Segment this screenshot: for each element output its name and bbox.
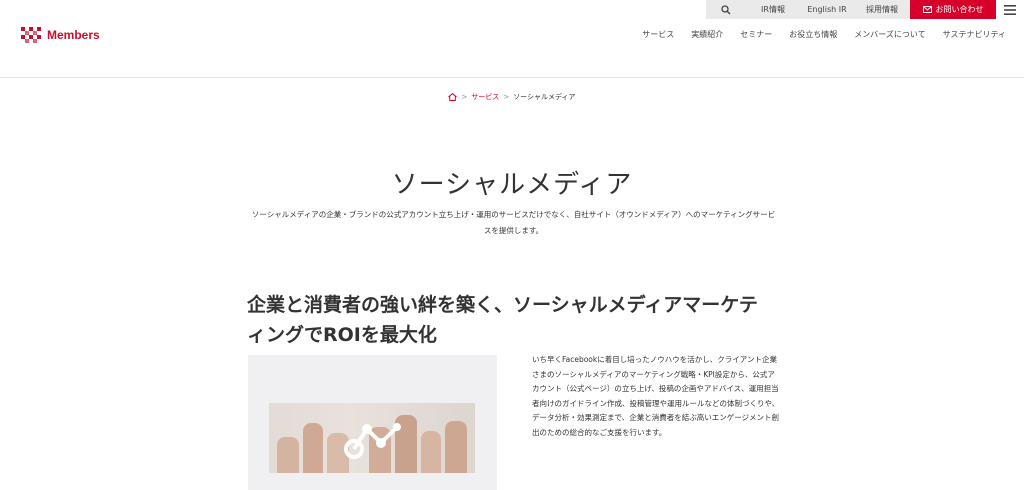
body-text-line: 出のための総合的なご支援を行います。 [532, 427, 667, 437]
recruit-link-label: 採用情報 [866, 5, 898, 14]
hamburger-menu-button[interactable] [996, 0, 1024, 19]
breadcrumb-current: ソーシャルメディア [513, 93, 576, 101]
recruit-link[interactable]: 採用情報 [854, 0, 910, 19]
search-button[interactable] [706, 0, 746, 19]
hamburger-menu-icon [1004, 4, 1016, 15]
header-divider [0, 77, 1024, 78]
logo-mark-icon [21, 27, 41, 43]
nav-item-service[interactable]: サービス [642, 29, 674, 40]
section-heading-line: 企業と消費者の強い絆を築く、ソーシャルメディアマーケテ [247, 294, 758, 316]
nav-item-cases[interactable]: 実績紹介 [691, 29, 723, 40]
home-icon [448, 93, 458, 101]
share-network-icon [344, 423, 401, 459]
members-logo[interactable]: Members [21, 27, 100, 43]
body-text-line: 者向けのガイドライン作成、投稿管理や運用ルールなどの体制づくりや、 [532, 398, 780, 408]
section-heading-line: ィングでROIを最大化 [247, 324, 437, 346]
page-lead-line: スを提供します。 [483, 226, 544, 235]
main-nav: サービス 実績紹介 セミナー お役立ち情報 メンバーズについて サステナビリティ [625, 29, 1006, 40]
nav-item-seminar[interactable]: セミナー [740, 29, 772, 40]
body-text-line: カウント（公式ページ）の立ち上げ、投稿の企画やアドバイス、運用担当 [532, 384, 779, 393]
body-text-line: データ分析・効果測定まで、企業と消費者を結ぶ高いエンゲージメント創 [532, 413, 780, 422]
nav-item-about[interactable]: メンバーズについて [854, 29, 925, 40]
page-title: ソーシャルメディア [391, 170, 633, 200]
english-ir-link-label: English IR [807, 5, 847, 14]
body-text-line: いち早くFacebookに着目し培ったノウハウを活かし、クライアント企業 [532, 355, 777, 364]
section-image-panel [248, 355, 497, 490]
search-icon [721, 4, 731, 14]
nav-item-resources[interactable]: お役立ち情報 [789, 29, 837, 40]
mail-icon [922, 6, 932, 13]
breadcrumb-home-link[interactable] [448, 93, 458, 101]
section-body-text: いち早くFacebookに着目し培ったノウハウを活かし、クライアント企業 さまの… [532, 353, 784, 440]
breadcrumb: > サービス > ソーシャルメディア [0, 92, 1024, 102]
page-lead-line: ソーシャルメディアの企業・ブランドの公式アカウント立ち上げ・運用のサービスだけで… [251, 210, 776, 219]
utility-bar: IR情報 English IR 採用情報 お問い合わせ [706, 0, 1024, 19]
english-ir-link[interactable]: English IR [800, 0, 854, 19]
logo-text: Members [47, 28, 100, 42]
contact-button[interactable]: お問い合わせ [910, 0, 996, 19]
page-lead: ソーシャルメディアの企業・ブランドの公式アカウント立ち上げ・運用のサービスだけで… [246, 207, 781, 239]
body-text-line: さまのソーシャルメディアのマーケティング戦略・KPI設定から、公式ア [532, 369, 775, 379]
breadcrumb-separator: > [503, 93, 510, 101]
ir-link-label: IR情報 [761, 5, 785, 14]
ir-link[interactable]: IR情報 [746, 0, 800, 19]
thumbs-up-photo [269, 403, 475, 473]
contact-button-label: お問い合わせ [935, 5, 984, 14]
section-heading: 企業と消費者の強い絆を築く、ソーシャルメディアマーケテ ィングでROIを最大化 [247, 290, 787, 350]
breadcrumb-separator: > [461, 93, 468, 101]
breadcrumb-service-link[interactable]: サービス [471, 92, 499, 102]
nav-item-sustainability[interactable]: サステナビリティ [943, 29, 1006, 40]
